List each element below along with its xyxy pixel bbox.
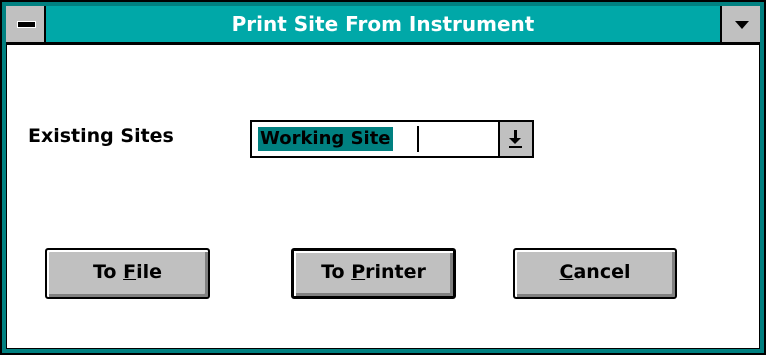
chevron-down-icon: [735, 21, 749, 29]
existing-sites-label: Existing Sites: [28, 125, 174, 147]
cancel-accel: C: [559, 261, 574, 283]
to-printer-suffix: rinter: [365, 261, 426, 283]
to-printer-prefix: To: [321, 261, 352, 283]
existing-sites-combobox[interactable]: Working Site: [250, 120, 534, 158]
drop-arrow-head: [509, 138, 521, 144]
print-site-dialog: Print Site From Instrument Existing Site…: [0, 0, 766, 355]
to-printer-accel: P: [351, 261, 366, 283]
system-menu-button[interactable]: [6, 6, 46, 42]
existing-sites-value[interactable]: Working Site: [258, 127, 393, 151]
system-menu-icon: [17, 21, 36, 28]
to-file-accel: F: [123, 261, 137, 283]
cancel-suffix: ancel: [573, 261, 631, 283]
to-printer-button[interactable]: To Printer: [291, 248, 456, 299]
to-file-prefix: To: [92, 261, 124, 283]
dialog-body: Existing Sites Working Site To File To P…: [6, 44, 760, 349]
to-file-suffix: ile: [136, 261, 162, 283]
cancel-button[interactable]: Cancel: [513, 248, 677, 299]
title-bar[interactable]: Print Site From Instrument: [6, 6, 760, 44]
window-menu-button[interactable]: [720, 6, 760, 42]
text-caret: [417, 126, 419, 152]
window-title: Print Site From Instrument: [231, 12, 535, 36]
to-file-button[interactable]: To File: [45, 248, 210, 299]
drop-arrow-base: [509, 146, 522, 148]
combo-dropdown-button[interactable]: [498, 122, 532, 156]
